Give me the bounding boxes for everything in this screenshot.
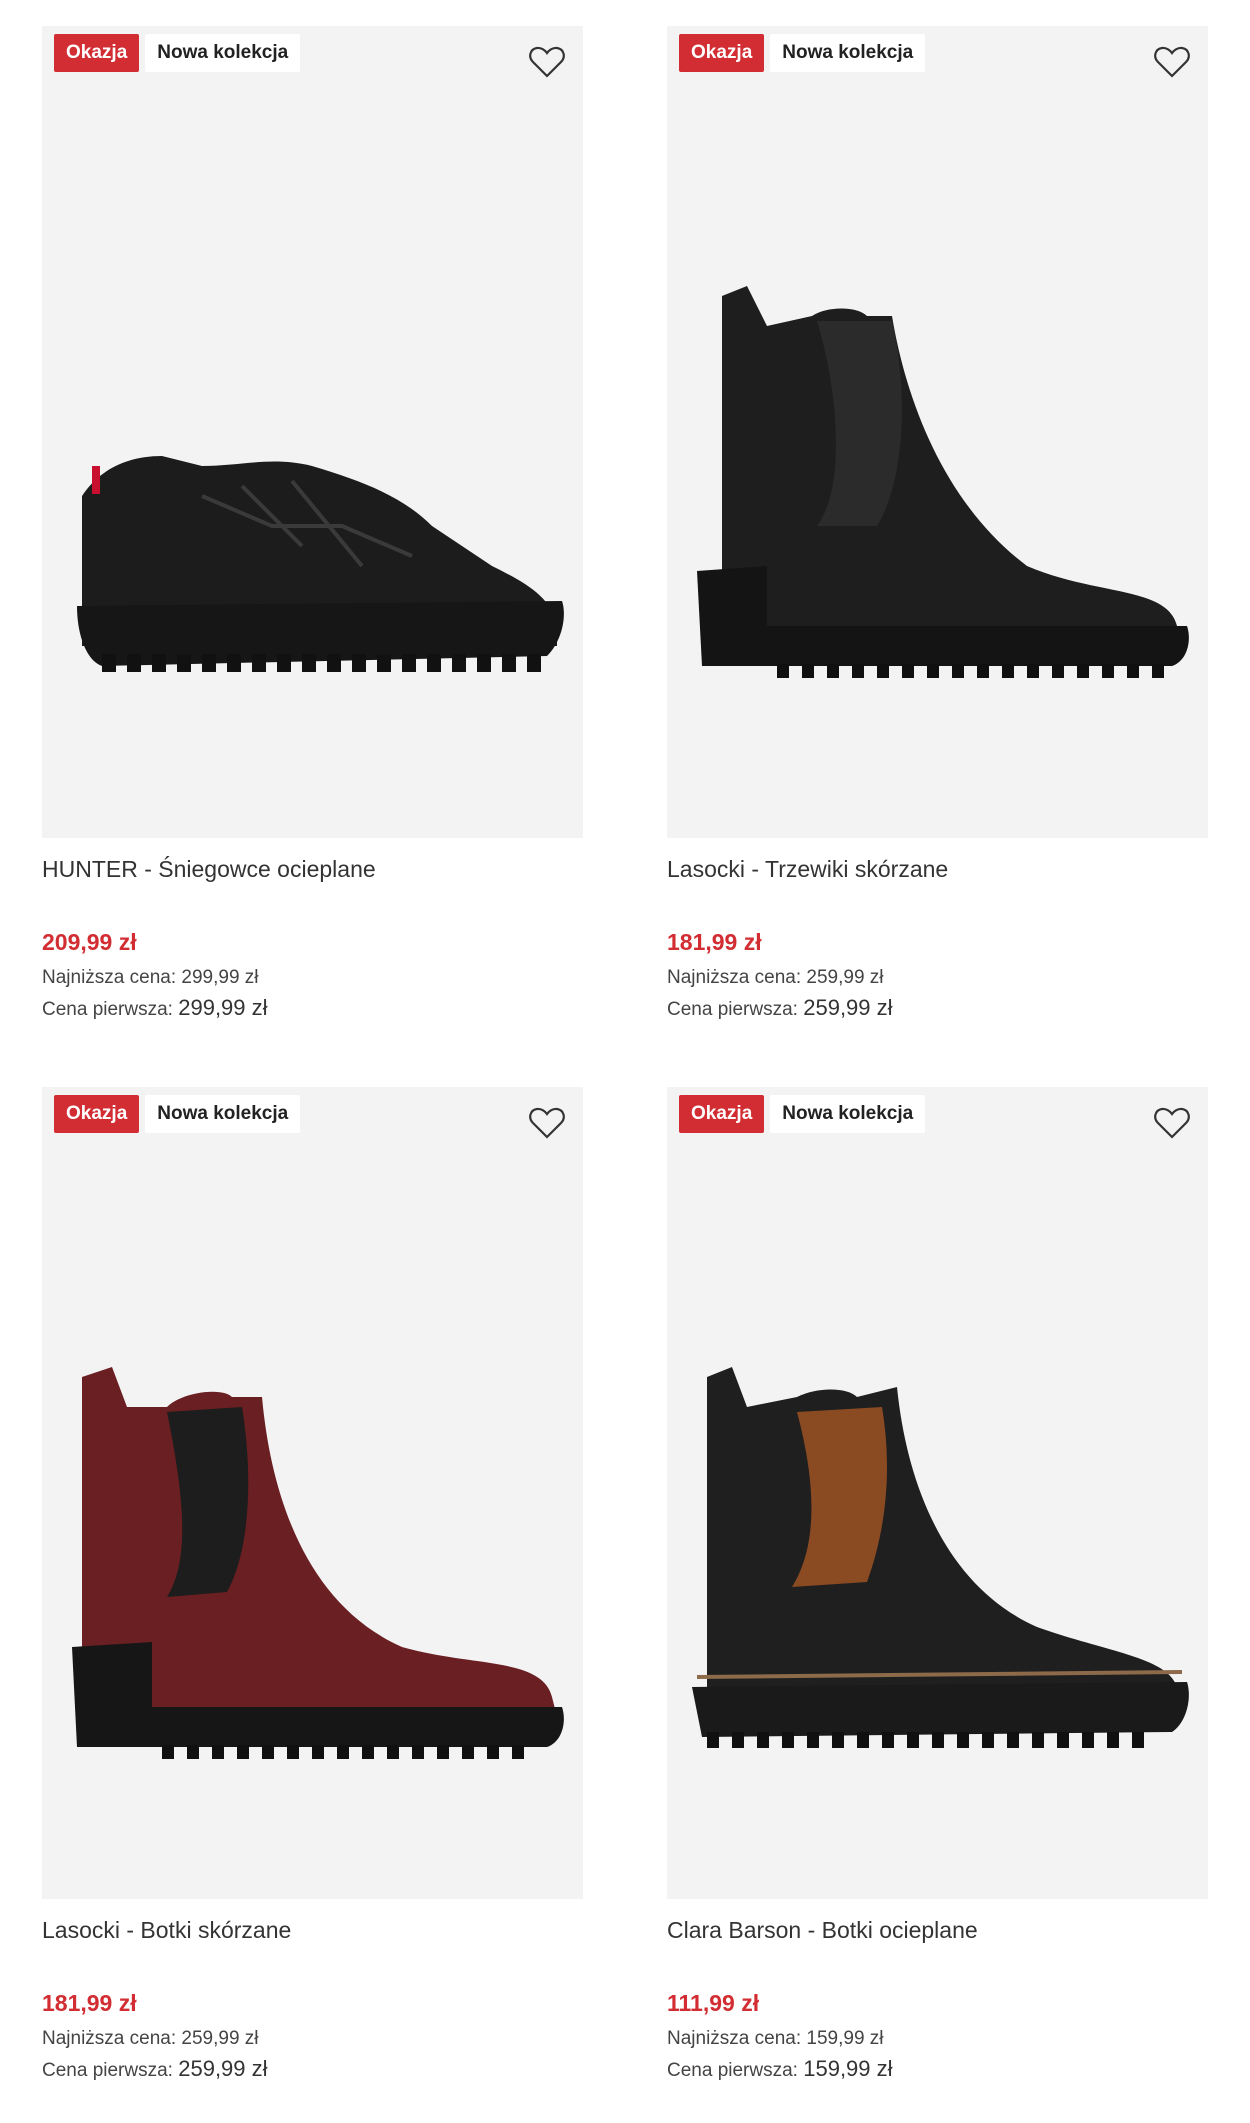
wishlist-button[interactable] [1152, 42, 1192, 82]
shoe-image [72, 1367, 564, 1759]
lowest-price-line: Najniższa cena: 299,99 zł [42, 963, 583, 993]
wishlist-button[interactable] [1152, 1103, 1192, 1143]
badges: Okazja Nowa kolekcja [54, 1095, 301, 1133]
heart-icon [529, 46, 565, 78]
lowest-price-label: Najniższa cena: [667, 967, 802, 988]
product-image[interactable]: Okazja Nowa kolekcja [667, 1087, 1208, 1899]
heart-icon [1154, 46, 1190, 78]
lowest-price-value: 259,99 zł [181, 2028, 259, 2049]
product-card[interactable]: Okazja Nowa kolekcja Lasocki - Botki skó… [42, 1087, 583, 2086]
sale-price: 181,99 zł [42, 1990, 137, 2016]
product-image[interactable]: Okazja Nowa kolekcja [42, 26, 583, 838]
wishlist-button[interactable] [527, 1103, 567, 1143]
original-price-line: Cena pierwsza: 259,99 zł [667, 993, 1208, 1025]
sale-badge: Okazja [54, 1095, 140, 1133]
sale-badge: Okazja [679, 34, 765, 72]
lowest-price-label: Najniższa cena: [667, 2028, 802, 2049]
product-card[interactable]: Okazja Nowa kolekcja HUNTER - Śniegowce … [42, 26, 583, 1025]
product-card[interactable]: Okazja Nowa kolekcja Clara Barson - Botk… [667, 1087, 1208, 2086]
heart-icon [1154, 1107, 1190, 1139]
original-price-label: Cena pierwsza: [42, 2060, 173, 2081]
lowest-price-line: Najniższa cena: 159,99 zł [667, 2024, 1208, 2054]
badges: Okazja Nowa kolekcja [679, 1095, 926, 1133]
product-image[interactable]: Okazja Nowa kolekcja [667, 26, 1208, 838]
shoe-image [692, 1367, 1189, 1748]
original-price-value: 259,99 zł [803, 995, 893, 1020]
product-name[interactable]: HUNTER - Śniegowce ocieplane [42, 853, 583, 885]
original-price-label: Cena pierwsza: [667, 999, 798, 1020]
lowest-price-value: 159,99 zł [806, 2028, 884, 2049]
lowest-price-value: 259,99 zł [806, 967, 884, 988]
product-grid: Okazja Nowa kolekcja HUNTER - Śniegowce … [0, 0, 1250, 2123]
heart-icon [529, 1107, 565, 1139]
badges: Okazja Nowa kolekcja [54, 34, 301, 72]
lowest-price-line: Najniższa cena: 259,99 zł [42, 2024, 583, 2054]
original-price-label: Cena pierwsza: [42, 999, 173, 1020]
product-name[interactable]: Lasocki - Botki skórzane [42, 1914, 583, 1946]
original-price-value: 159,99 zł [803, 2056, 893, 2081]
wishlist-button[interactable] [527, 42, 567, 82]
original-price-line: Cena pierwsza: 299,99 zł [42, 993, 583, 1025]
new-collection-badge: Nowa kolekcja [770, 1095, 926, 1133]
new-collection-badge: Nowa kolekcja [145, 34, 301, 72]
shoe-image [77, 456, 564, 672]
sale-badge: Okazja [679, 1095, 765, 1133]
shoe-image [697, 286, 1189, 678]
badges: Okazja Nowa kolekcja [679, 34, 926, 72]
lowest-price-line: Najniższa cena: 259,99 zł [667, 963, 1208, 993]
original-price-value: 259,99 zł [178, 2056, 268, 2081]
sale-price: 181,99 zł [667, 929, 762, 955]
original-price-line: Cena pierwsza: 259,99 zł [42, 2054, 583, 2086]
product-name[interactable]: Clara Barson - Botki ocieplane [667, 1914, 1208, 1946]
sale-badge: Okazja [54, 34, 140, 72]
sale-price: 111,99 zł [667, 1990, 760, 2016]
original-price-value: 299,99 zł [178, 995, 268, 1020]
product-image[interactable]: Okazja Nowa kolekcja [42, 1087, 583, 1899]
new-collection-badge: Nowa kolekcja [770, 34, 926, 72]
product-name[interactable]: Lasocki - Trzewiki skórzane [667, 853, 1208, 885]
sale-price: 209,99 zł [42, 929, 137, 955]
original-price-line: Cena pierwsza: 159,99 zł [667, 2054, 1208, 2086]
new-collection-badge: Nowa kolekcja [145, 1095, 301, 1133]
lowest-price-label: Najniższa cena: [42, 967, 177, 988]
product-card[interactable]: Okazja Nowa kolekcja Lasocki - Trzewiki … [667, 26, 1208, 1025]
original-price-label: Cena pierwsza: [667, 2060, 798, 2081]
lowest-price-value: 299,99 zł [181, 967, 259, 988]
lowest-price-label: Najniższa cena: [42, 2028, 177, 2049]
